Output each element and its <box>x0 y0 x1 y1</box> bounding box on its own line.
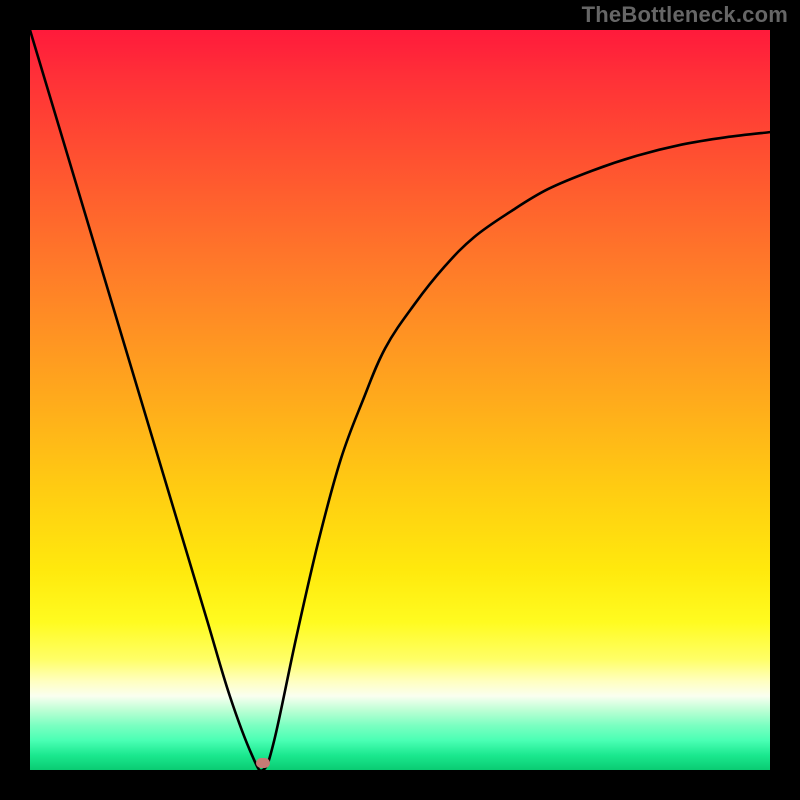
plot-area <box>30 30 770 770</box>
watermark-text: TheBottleneck.com <box>582 2 788 28</box>
dip-marker <box>256 758 270 768</box>
curve-svg <box>30 30 770 770</box>
bottleneck-curve <box>30 30 770 771</box>
chart-frame: TheBottleneck.com <box>0 0 800 800</box>
